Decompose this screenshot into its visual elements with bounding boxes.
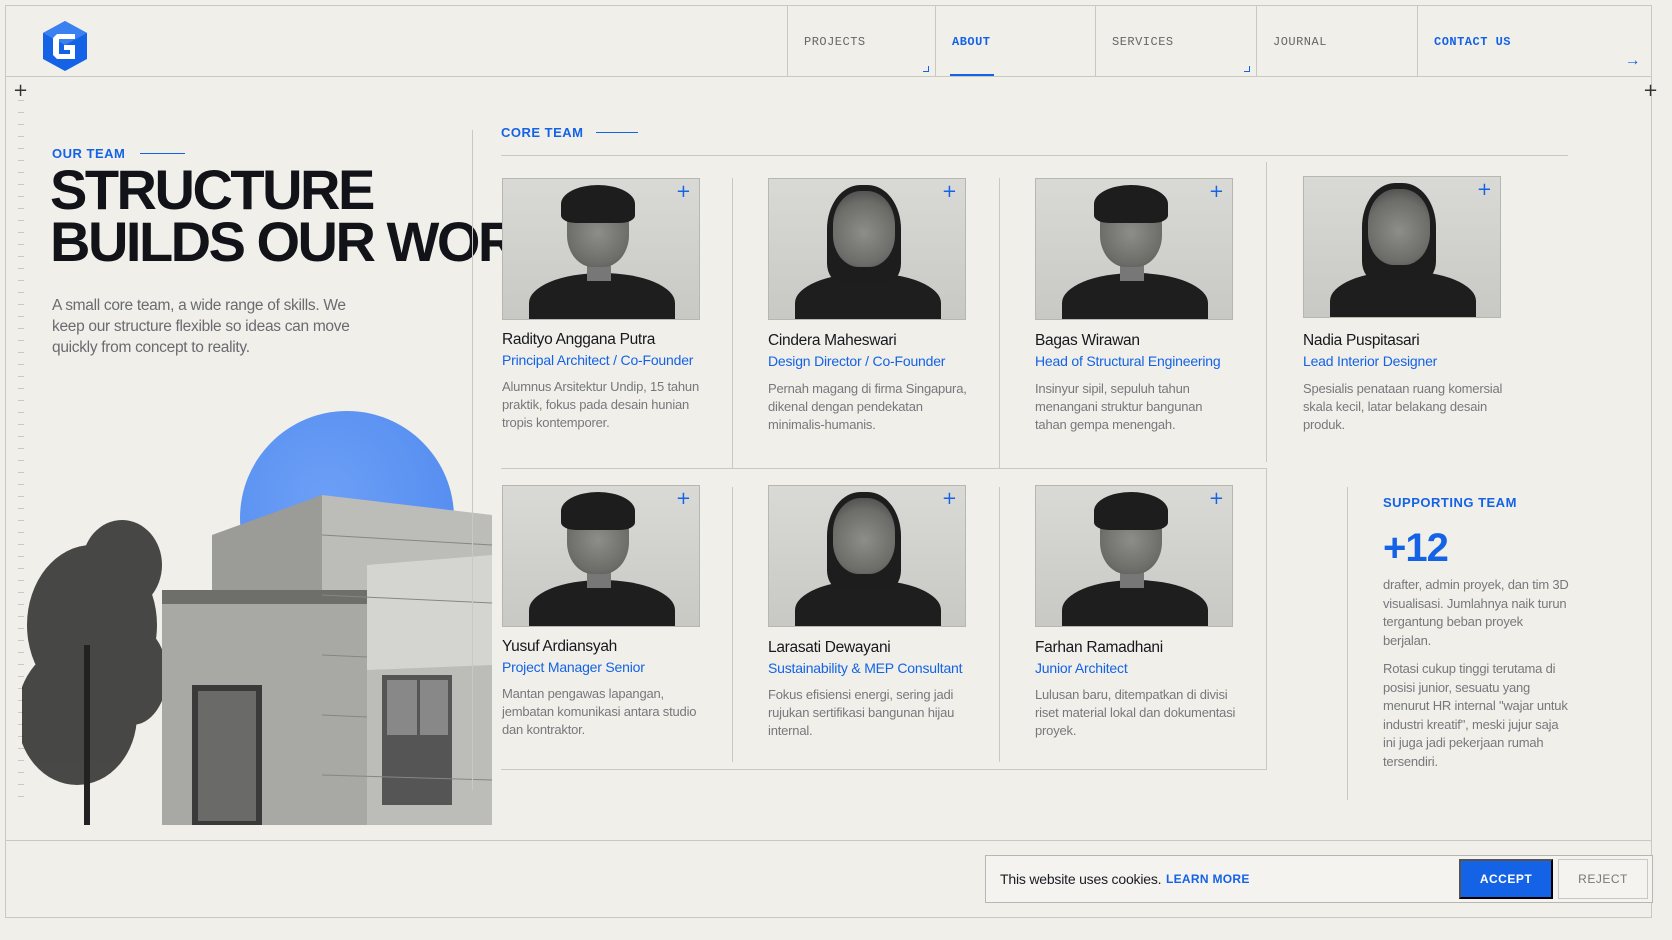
portrait-image: + <box>502 178 700 320</box>
nav-journal[interactable]: JOURNAL <box>1256 5 1417 76</box>
member-bio: Lulusan baru, ditempatkan di divisi rise… <box>1035 687 1236 738</box>
plus-icon: + <box>13 80 29 101</box>
portrait-image: + <box>502 485 700 627</box>
nav-journal-label: JOURNAL <box>1273 35 1327 49</box>
plus-icon[interactable]: + <box>676 488 691 509</box>
portrait-image: + <box>1035 178 1233 320</box>
title-line-1: STRUCTURE <box>50 158 375 221</box>
grid-rule <box>1266 468 1267 770</box>
footer-rule <box>5 840 1652 841</box>
plus-icon[interactable]: + <box>676 181 691 202</box>
grid-rule <box>999 178 1000 468</box>
nav-about-label: ABOUT <box>952 35 991 49</box>
member-role: Sustainability & MEP Consultant <box>768 660 963 676</box>
nav-projects[interactable]: PROJECTS <box>787 5 935 76</box>
accept-button[interactable]: ACCEPT <box>1459 859 1553 899</box>
column-divider <box>472 130 473 790</box>
member-bio: Alumnus Arsitektur Undip, 15 tahun prakt… <box>502 379 699 430</box>
grid-rule <box>501 769 1266 770</box>
member-bio: Insinyur sipil, sepuluh tahun menangani … <box>1035 381 1203 432</box>
member-name: Farhan Ramadhani <box>1035 639 1163 656</box>
support-divider <box>1347 487 1348 800</box>
plus-icon[interactable]: + <box>942 488 957 509</box>
portrait-image: + <box>768 485 966 627</box>
nav-contact-label: CONTACT US <box>1434 35 1512 49</box>
plus-icon[interactable]: + <box>1477 179 1492 200</box>
nav-services-label: SERVICES <box>1112 35 1174 49</box>
grid-rule <box>1266 162 1267 462</box>
section-rule <box>501 155 1568 156</box>
nav-contact-us[interactable]: CONTACT US → <box>1417 5 1652 76</box>
corner-mark-icon <box>923 66 929 72</box>
plus-icon[interactable]: + <box>942 181 957 202</box>
member-bio: Pernah magang di firma Singapura, dikena… <box>768 381 967 432</box>
learn-more-link[interactable]: LEARN MORE <box>1166 872 1250 886</box>
cookie-text: This website uses cookies. <box>1000 871 1162 887</box>
eyebrow-line <box>140 153 185 154</box>
plus-icon[interactable]: + <box>1209 488 1224 509</box>
member-name: Radityo Anggana Putra <box>502 331 656 348</box>
nav-services[interactable]: SERVICES <box>1095 5 1256 76</box>
supporting-team-count: +12 <box>1383 526 1449 570</box>
nav-about[interactable]: ABOUT <box>935 5 1095 76</box>
member-name: Yusuf Ardiansyah <box>502 638 617 655</box>
portrait-image: + <box>768 178 966 320</box>
member-bio: Mantan pengawas lapangan, jembatan komun… <box>502 686 697 737</box>
member-role: Junior Architect <box>1035 660 1128 676</box>
active-indicator <box>950 74 994 76</box>
member-role: Lead Interior Designer <box>1303 353 1438 369</box>
arrow-right-icon: → <box>1627 52 1638 70</box>
grid-rule <box>732 487 733 762</box>
cookie-banner: This website uses cookies. LEARN MORE AC… <box>985 855 1653 903</box>
member-name: Larasati Dewayani <box>768 639 891 656</box>
core-team-label: CORE TEAM <box>501 125 584 140</box>
logo-icon[interactable] <box>43 21 87 71</box>
title-line-2: BUILDS OUR WORK <box>50 210 556 273</box>
supporting-team-text: drafter, admin proyek, dan tim 3D visual… <box>1383 577 1569 648</box>
portrait-image: + <box>1303 176 1501 318</box>
member-name: Nadia Puspitasari <box>1303 332 1420 349</box>
plus-icon: + <box>1643 80 1659 101</box>
grid-rule <box>999 487 1000 762</box>
member-bio: Fokus efisiensi energi, sering jadi ruju… <box>768 687 955 738</box>
reject-button[interactable]: REJECT <box>1558 859 1648 899</box>
nav-projects-label: PROJECTS <box>804 35 866 49</box>
section-line <box>596 132 638 133</box>
grid-rule <box>501 468 1266 469</box>
page-title: STRUCTURE BUILDS OUR WORK <box>50 158 556 273</box>
member-name: Bagas Wirawan <box>1035 332 1140 349</box>
portrait-image: + <box>1035 485 1233 627</box>
grid-rule <box>732 178 733 468</box>
supporting-team-note: Rotasi cukup tinggi terutama di posisi j… <box>1383 661 1568 769</box>
member-name: Cindera Maheswari <box>768 332 897 349</box>
member-role: Head of Structural Engineering <box>1035 353 1221 369</box>
site-header: PROJECTS ABOUT SERVICES JOURNAL CONTACT … <box>5 5 1652 77</box>
plus-icon[interactable]: + <box>1209 181 1224 202</box>
member-bio: Spesialis penataan ruang komersial skala… <box>1303 381 1503 432</box>
supporting-team-label: SUPPORTING TEAM <box>1383 495 1517 510</box>
member-role: Principal Architect / Co-Founder <box>502 352 694 368</box>
member-role: Project Manager Senior <box>502 659 645 675</box>
member-role: Design Director / Co-Founder <box>768 353 946 369</box>
building-illustration <box>22 495 492 825</box>
intro-text: A small core team, a wide range of skill… <box>52 297 350 356</box>
corner-mark-icon <box>1244 66 1250 72</box>
